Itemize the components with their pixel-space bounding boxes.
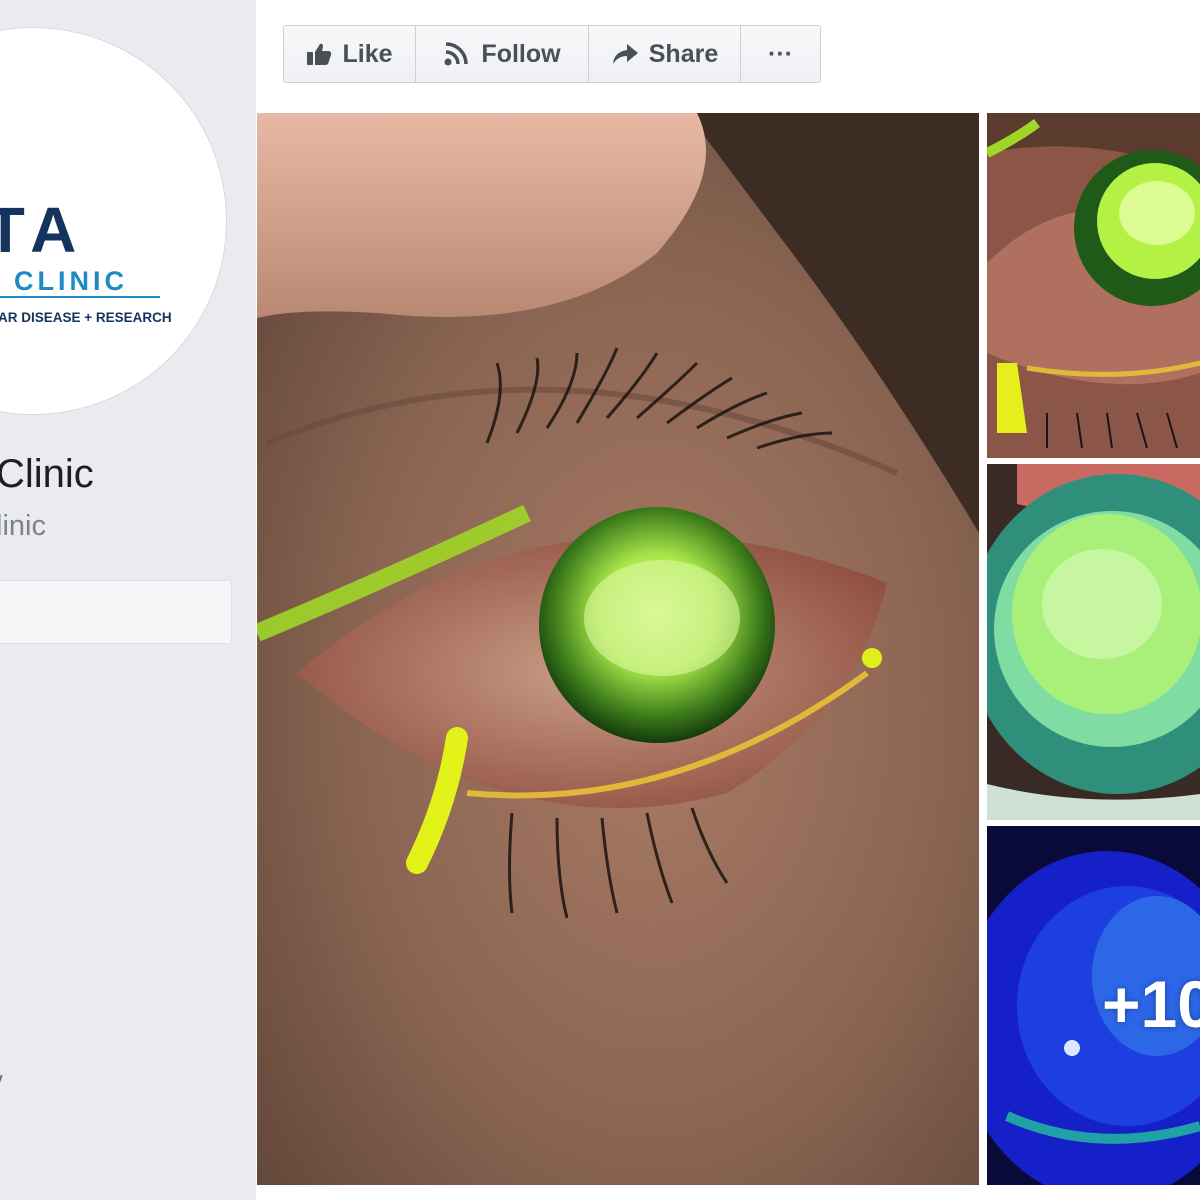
eye-closeup-image [257, 113, 979, 1185]
rss-icon [443, 41, 471, 67]
follow-button[interactable]: Follow [416, 26, 589, 82]
eye-thumbnail-image [987, 113, 1200, 458]
photo-thumbnail[interactable] [987, 464, 1200, 820]
like-button[interactable]: Like [284, 26, 416, 82]
page-action-bar: Like Follow Share ··· [283, 25, 821, 83]
more-options-button[interactable]: ··· [741, 26, 820, 82]
like-label: Like [342, 39, 393, 68]
share-button[interactable]: Share [589, 26, 741, 82]
main-photo[interactable] [257, 113, 979, 1185]
logo-wordmark: ITA [0, 194, 87, 266]
logo-subtitle: CLINIC [14, 266, 128, 296]
profile-picture[interactable]: ITA CLINIC ULAR DISEASE + RESEARCH [0, 28, 226, 414]
page-username[interactable]: linic [0, 510, 46, 543]
thumbs-up-icon [306, 42, 332, 66]
ellipsis-icon: ··· [768, 39, 793, 68]
share-label: Share [648, 39, 719, 68]
follow-label: Follow [481, 39, 561, 68]
photo-thumbnail[interactable] [987, 113, 1200, 458]
share-arrow-icon [611, 42, 639, 66]
logo-tagline: ULAR DISEASE + RESEARCH [0, 310, 172, 325]
page-sidebar: ITA CLINIC ULAR DISEASE + RESEARCH Clini… [0, 0, 256, 1200]
more-photos-count[interactable]: +10 [1102, 966, 1200, 1042]
page-title[interactable]: Clinic [0, 452, 94, 497]
logo-divider [0, 296, 160, 298]
post-divider [257, 1185, 1200, 1200]
sidebar-nav-item[interactable] [0, 580, 232, 644]
partial-glyph [0, 1075, 9, 1091]
eye-thumbnail-image [987, 464, 1200, 820]
